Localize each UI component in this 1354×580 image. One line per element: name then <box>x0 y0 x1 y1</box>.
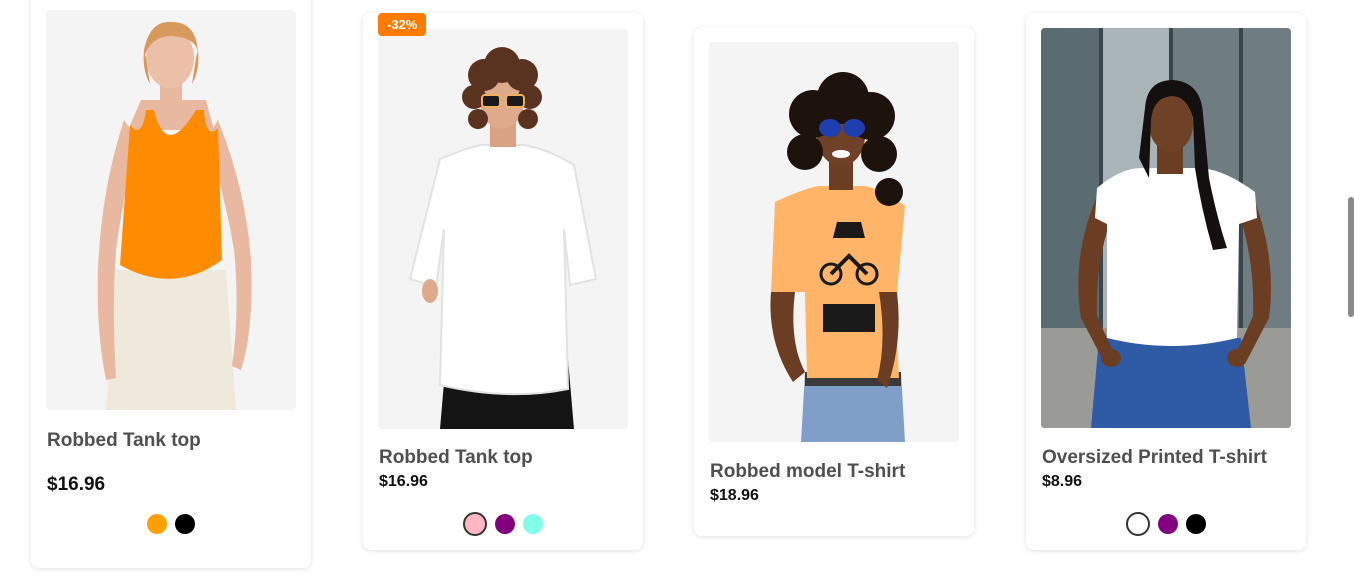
product-title[interactable]: Oversized Printed T-shirt <box>1042 447 1267 469</box>
product-price: $18.96 <box>710 487 759 504</box>
color-swatch-orange[interactable] <box>147 514 167 534</box>
color-swatch-black[interactable] <box>1186 514 1206 534</box>
product-image[interactable] <box>378 29 628 429</box>
product-image[interactable] <box>1041 28 1291 428</box>
color-swatch-purple[interactable] <box>495 514 515 534</box>
color-swatch-black[interactable] <box>175 514 195 534</box>
color-swatches <box>1026 512 1306 536</box>
color-swatch-aqua[interactable] <box>523 514 543 534</box>
product-card[interactable]: Oversized Printed T-shirt $8.96 <box>1026 13 1306 550</box>
product-image[interactable] <box>709 42 959 442</box>
product-photo-orange-printed-tee <box>709 42 959 442</box>
product-title[interactable]: Robbed model T-shirt <box>710 461 905 483</box>
color-swatches <box>31 514 311 534</box>
color-swatch-white[interactable] <box>1126 512 1150 536</box>
product-title[interactable]: Robbed Tank top <box>47 430 201 452</box>
product-photo-white-fitted-tee <box>1041 28 1291 428</box>
color-swatch-pink[interactable] <box>463 512 487 536</box>
color-swatches <box>363 512 643 536</box>
product-title[interactable]: Robbed Tank top <box>379 447 533 469</box>
product-price: $16.96 <box>379 473 428 490</box>
product-card[interactable]: Robbed model T-shirt $18.96 <box>694 27 974 536</box>
product-photo-orange-tank-top <box>46 10 296 410</box>
product-photo-white-oversized-tee <box>378 29 628 429</box>
product-image[interactable] <box>46 10 296 410</box>
product-price: $16.96 <box>47 474 106 495</box>
color-swatch-purple[interactable] <box>1158 514 1178 534</box>
page-scrollbar-thumb[interactable] <box>1348 197 1354 317</box>
product-price: $8.96 <box>1042 473 1083 490</box>
discount-badge: -32% <box>378 13 427 36</box>
product-card[interactable]: -32% Robbed Tank top $16.96 <box>363 13 643 550</box>
product-card[interactable]: Robbed Tank top $16.96 <box>31 0 311 568</box>
